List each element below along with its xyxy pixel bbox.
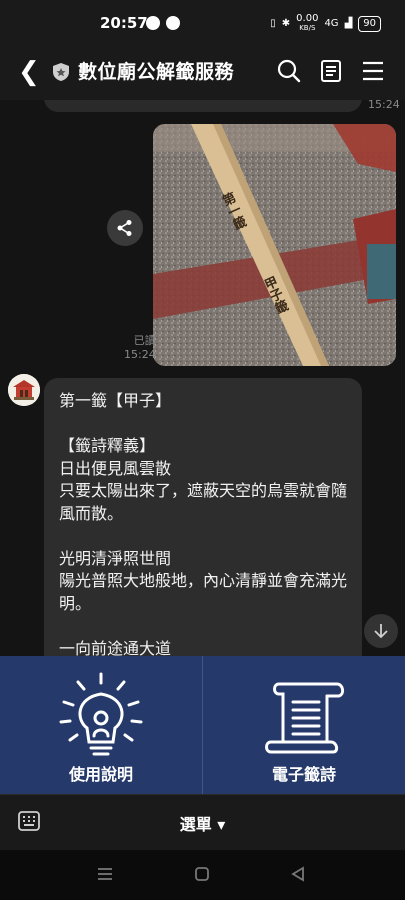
status-right: ▯ ✱ 0.00 KB/S 4G ▟ 90 [270, 14, 381, 33]
net-speed-value: 0.00 [296, 13, 319, 24]
shield-icon [53, 63, 69, 81]
menu-toggle[interactable]: 選單 ▾ [0, 811, 405, 835]
chat-area[interactable]: 15:24 第一籤 甲子籤 已讀 15:24 第一籤【甲子】 【籤詩釋義】 日出… [0, 100, 405, 656]
previous-message-time: 15:24 [368, 100, 400, 111]
temple-icon [8, 374, 40, 406]
recent-apps-icon[interactable] [96, 866, 114, 882]
bot-avatar[interactable] [8, 374, 40, 406]
signal-icon: ▟ [344, 18, 353, 29]
bottom-bar: 選單 ▾ [0, 794, 405, 851]
rich-menu: 使用說明 電子籤詩 [0, 656, 405, 794]
e-fortune-poem-button[interactable]: 電子籤詩 [203, 656, 405, 794]
messenger-notification-icon [166, 16, 180, 30]
e-fortune-poem-label: 電子籤詩 [271, 765, 336, 784]
instructions-button[interactable]: 使用說明 [0, 656, 202, 794]
net-speed: 0.00 KB/S [296, 14, 318, 33]
message-text: 第一籤【甲子】 【籤詩釋義】 日出便見風雲散 只要太陽出來了，遮蔽天空的烏雲就會… [59, 391, 348, 656]
system-nav-bar [0, 850, 405, 900]
back-icon[interactable]: ❮ [18, 57, 40, 87]
status-bar: 20:57 ▯ ✱ 0.00 KB/S 4G ▟ 90 [0, 0, 405, 44]
bluetooth-icon: ✱ [281, 18, 291, 29]
share-button[interactable] [107, 210, 143, 246]
vibrate-icon: ▯ [270, 18, 276, 29]
home-icon[interactable] [194, 866, 210, 882]
message-bubble[interactable]: 第一籤【甲子】 【籤詩釋義】 日出便見風雲散 只要太陽出來了，遮蔽天空的烏雲就會… [44, 378, 362, 656]
fortune-stick-photo[interactable]: 第一籤 甲子籤 [153, 124, 396, 366]
notes-icon[interactable] [318, 58, 344, 84]
instructions-label: 使用說明 [68, 765, 133, 784]
notification-icons [146, 16, 180, 30]
arrow-down-icon [374, 624, 388, 639]
signal-label: 4G [324, 18, 339, 29]
share-icon [117, 220, 132, 236]
previous-message-bubble [44, 100, 362, 112]
battery-icon: 90 [358, 15, 381, 32]
read-receipt: 已讀 15:24 [124, 334, 156, 362]
status-time: 20:57 [100, 14, 148, 32]
lightbulb-icon [59, 672, 143, 756]
scroll-icon [265, 682, 345, 754]
back-nav-icon[interactable] [290, 866, 306, 882]
chat-header: ❮ 數位廟公解籤服務 [0, 44, 405, 100]
menu-icon[interactable] [360, 58, 386, 84]
line-notification-icon [146, 16, 160, 30]
read-label: 已讀 [133, 334, 156, 347]
search-icon[interactable] [276, 58, 302, 84]
net-speed-unit: KB/S [299, 24, 316, 32]
chat-title: 數位廟公解籤服務 [78, 61, 235, 83]
read-time: 15:24 [124, 348, 156, 361]
scroll-down-button[interactable] [364, 614, 398, 648]
